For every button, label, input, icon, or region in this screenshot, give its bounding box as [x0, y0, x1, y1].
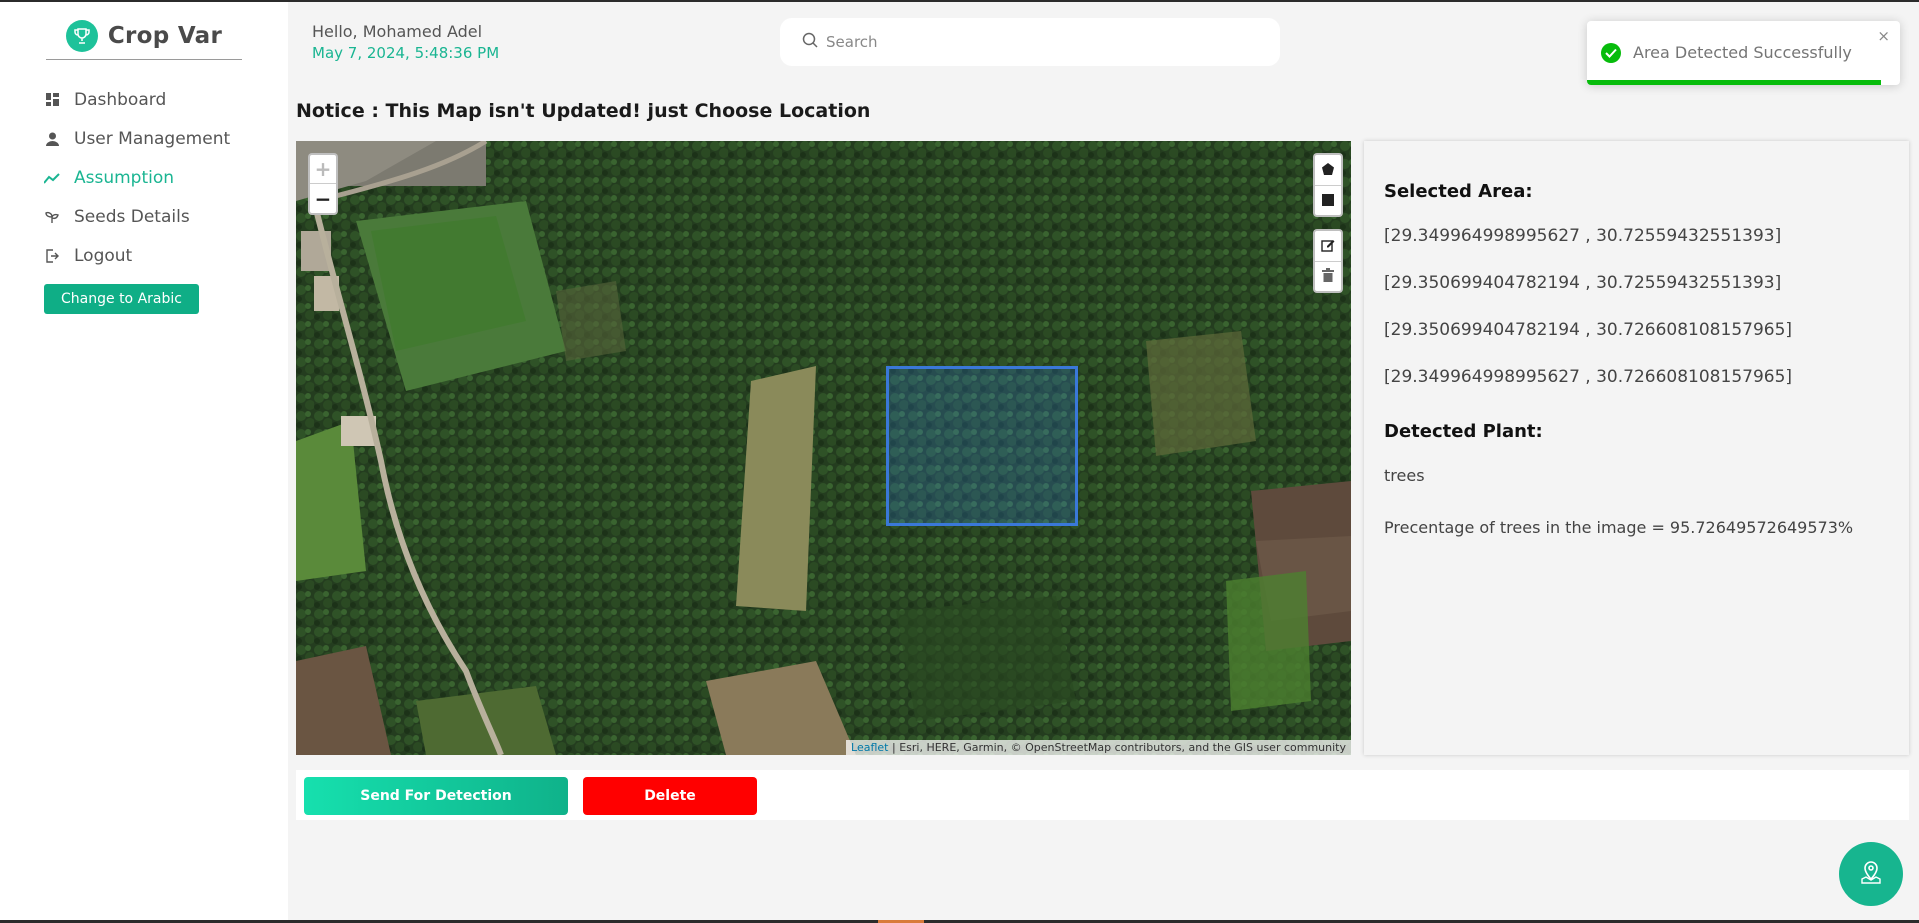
search-input[interactable] [826, 33, 1246, 51]
sidebar-item-label: Dashboard [74, 89, 167, 110]
zoom-out-button[interactable]: − [310, 184, 336, 213]
toast-progress-bar [1587, 80, 1882, 85]
sidebar-item-seeds-details[interactable]: Seeds Details [44, 197, 230, 236]
trophy-logo-icon [65, 19, 98, 52]
sidebar-item-label: Logout [74, 245, 133, 266]
check-circle-icon [1601, 43, 1621, 63]
detected-plant-title: Detected Plant: [1384, 421, 1543, 442]
search-bar[interactable] [780, 18, 1280, 66]
action-bar: Send For Detection Delete [296, 770, 1909, 820]
zoom-in-button[interactable]: + [310, 155, 336, 184]
trend-icon [44, 170, 60, 186]
search-icon [802, 32, 818, 52]
coordinate-item: [29.350699404782194 , 30.726608108157965… [1384, 320, 1793, 340]
sidebar-item-label: Assumption [74, 167, 175, 188]
coordinate-item: [29.349964998995627 , 30.72559432551393] [1384, 226, 1782, 246]
app-name: Crop Var [107, 22, 223, 49]
draw-toolbar [1313, 153, 1343, 217]
send-for-detection-button[interactable]: Send For Detection [304, 777, 568, 815]
rectangle-icon [1322, 191, 1334, 210]
location-fab-button[interactable] [1839, 842, 1903, 906]
detected-plant-value: trees [1384, 466, 1425, 485]
map-pin-icon [1858, 859, 1884, 889]
dashboard-icon [44, 92, 60, 108]
zoom-control: + − [308, 153, 338, 215]
sidebar-item-assumption[interactable]: Assumption [44, 158, 230, 197]
current-datetime: May 7, 2024, 5:48:36 PM [312, 44, 500, 62]
map-attribution: Leaflet | Esri, HERE, Garmin, © OpenStre… [846, 740, 1351, 755]
success-toast: Area Detected Successfully × [1587, 21, 1900, 85]
delete-layers-button[interactable] [1315, 261, 1341, 291]
delete-button[interactable]: Delete [583, 777, 757, 815]
edit-icon [1321, 237, 1335, 256]
attribution-text: | Esri, HERE, Garmin, © OpenStreetMap co… [888, 741, 1346, 754]
edit-toolbar [1313, 229, 1343, 293]
trash-icon [1322, 267, 1334, 286]
draw-polygon-button[interactable] [1315, 155, 1341, 185]
detection-panel: Selected Area: [29.349964998995627 , 30.… [1364, 141, 1909, 755]
sidebar-item-label: Seeds Details [74, 206, 190, 227]
brand[interactable]: Crop Var [46, 12, 242, 60]
sidebar-item-dashboard[interactable]: Dashboard [44, 80, 230, 119]
sidebar-item-label: User Management [74, 128, 231, 149]
greeting-text: Hello, Mohamed Adel [312, 22, 483, 41]
draw-rectangle-button[interactable] [1315, 185, 1341, 215]
logout-icon [44, 248, 60, 264]
satellite-map[interactable]: + − Leaflet | Esri, HERE, Garmin, © Open… [296, 141, 1351, 755]
toast-message: Area Detected Successfully [1633, 43, 1852, 62]
user-icon [44, 131, 60, 147]
satellite-imagery [296, 141, 1351, 755]
selected-area-rectangle[interactable] [886, 366, 1078, 526]
sidebar-item-logout[interactable]: Logout [44, 236, 230, 275]
map-notice: Notice : This Map isn't Updated! just Ch… [296, 100, 871, 122]
leaflet-link[interactable]: Leaflet [851, 741, 888, 754]
coordinate-item: [29.350699404782194 , 30.72559432551393] [1384, 273, 1782, 293]
sidebar-item-user-management[interactable]: User Management [44, 119, 230, 158]
plant-percentage: Precentage of trees in the image = 95.72… [1384, 518, 1854, 537]
polygon-icon [1321, 161, 1335, 180]
change-language-button[interactable]: Change to Arabic [44, 284, 199, 314]
selected-area-title: Selected Area: [1384, 181, 1533, 202]
sidebar: Crop Var Dashboard User Management Assum… [0, 2, 288, 920]
sidebar-nav: Dashboard User Management Assumption See… [44, 80, 230, 275]
greeting-block: Hello, Mohamed Adel May 7, 2024, 5:48:36… [312, 22, 499, 62]
main-content: Hello, Mohamed Adel May 7, 2024, 5:48:36… [288, 2, 1919, 920]
edit-layers-button[interactable] [1315, 231, 1341, 261]
seed-icon [44, 209, 60, 225]
coordinate-item: [29.349964998995627 , 30.726608108157965… [1384, 367, 1793, 387]
toast-close-button[interactable]: × [1877, 27, 1890, 45]
